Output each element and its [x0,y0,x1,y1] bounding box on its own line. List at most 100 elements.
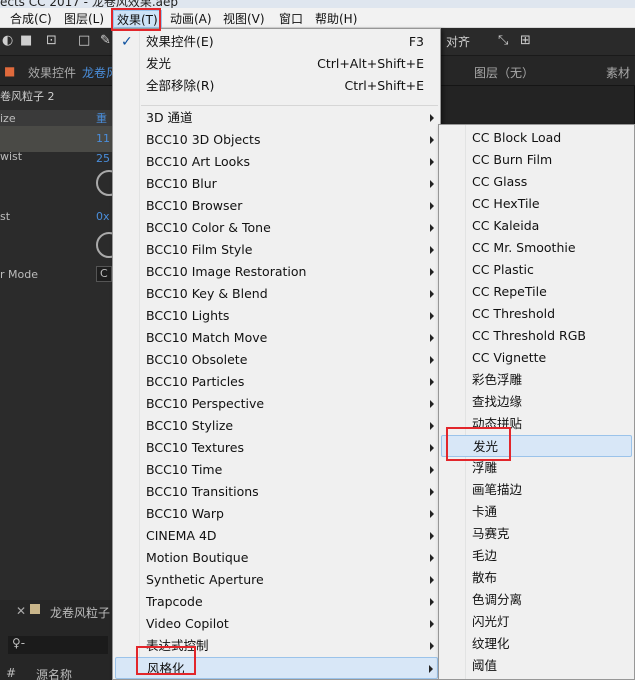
effect-category-item[interactable]: BCC10 Image Restoration [115,261,438,283]
effect-menu-top-item[interactable]: ✓ 效果控件(E) F3 [115,31,438,53]
effect-category-item[interactable]: 3D 通道 [115,107,438,129]
grid-icon[interactable]: ⊞ [520,33,531,48]
effect-menu-top-item[interactable]: 全部移除(R) Ctrl+Shift+E [115,75,438,97]
stylize-effect-item[interactable]: CC Burn Film [441,149,632,171]
menu-5[interactable]: 窗口 [279,10,303,28]
submenu-arrow-icon [430,312,434,320]
rectangle-tool-icon[interactable]: □ [78,33,90,48]
submenu-arrow-icon [430,642,434,650]
menu-item-label: BCC10 Obsolete [146,352,248,367]
stylize-effect-item[interactable]: 发光 [441,435,632,457]
effect-category-item[interactable]: BCC10 Match Move [115,327,438,349]
menu-item-label: CC HexTile [472,196,540,211]
search-input[interactable]: ♀- [8,636,108,654]
effect-category-item[interactable]: BCC10 Obsolete [115,349,438,371]
effect-category-item[interactable]: 风格化 [115,657,438,679]
menu-item-label: 风格化 [147,661,185,676]
effect-category-item[interactable]: BCC10 Blur [115,173,438,195]
effect-category-item[interactable]: CINEMA 4D [115,525,438,547]
submenu-arrow-icon [430,422,434,430]
stylize-effect-item[interactable]: CC Block Load [441,127,632,149]
menu-item-label: 表达式控制 [146,638,209,653]
stylize-effect-item[interactable]: 散布 [441,567,632,589]
effect-category-item[interactable]: Video Copilot [115,613,438,635]
menu-4[interactable]: 视图(V) [223,10,265,28]
effect-category-item[interactable]: BCC10 Art Looks [115,151,438,173]
window-title: ects CC 2017 - 龙卷风效果.aep [0,0,178,8]
stylize-effect-item[interactable]: 动态拼贴 [441,413,632,435]
effect-category-item[interactable]: BCC10 Perspective [115,393,438,415]
hash-column: # [6,666,17,680]
menu-item-label: BCC10 Art Looks [146,154,251,169]
stylize-effect-item[interactable]: CC RepeTile [441,281,632,303]
menu-item-label: BCC10 Match Move [146,330,268,345]
stylize-effect-item[interactable]: CC Plastic [441,259,632,281]
stylize-effect-item[interactable]: CC HexTile [441,193,632,215]
menu-3[interactable]: 动画(A) [170,10,212,28]
menu-item-label: 彩色浮雕 [472,372,523,387]
rotate-tool-icon[interactable]: ◐ [2,33,13,48]
stylize-effect-item[interactable]: CC Glass [441,171,632,193]
stylize-effect-item[interactable]: CC Threshold [441,303,632,325]
submenu-arrow-icon [430,576,434,584]
effect-category-item[interactable]: BCC10 Warp [115,503,438,525]
effect-category-item[interactable]: Trapcode [115,591,438,613]
stylize-effect-item[interactable]: 画笔描边 [441,479,632,501]
stylize-effect-item[interactable]: CC Mr. Smoothie [441,237,632,259]
effect-category-item[interactable]: BCC10 3D Objects [115,129,438,151]
effect-category-item[interactable]: BCC10 Textures [115,437,438,459]
submenu-arrow-icon [429,665,433,673]
effect-category-item[interactable]: BCC10 Key & Blend [115,283,438,305]
snap-icon[interactable]: ⤡ [498,33,508,48]
stylize-effect-item[interactable]: 毛边 [441,545,632,567]
menu-0[interactable]: 合成(C) [10,10,52,28]
submenu-arrow-icon [430,268,434,276]
stylize-effect-item[interactable]: 阈值 [441,655,632,677]
menu-6[interactable]: 帮助(H) [315,10,357,28]
checkmark-icon: ✓ [121,34,133,50]
pan-behind-tool-icon[interactable]: ⊡ [46,33,57,48]
menu-item-label: CC Mr. Smoothie [472,240,576,255]
menu-1[interactable]: 图层(L) [64,10,104,28]
stylize-effect-item[interactable]: CC Threshold RGB [441,325,632,347]
comp-tab[interactable]: 龙卷风粒子 [50,604,110,621]
stylize-effect-item[interactable]: CC Vignette [441,347,632,369]
stylize-effect-item[interactable]: 查找边缘 [441,391,632,413]
effect-category-item[interactable]: Synthetic Aperture [115,569,438,591]
effect-category-item[interactable]: BCC10 Time [115,459,438,481]
menu-item-label: CC Vignette [472,350,547,365]
effect-category-item[interactable]: Motion Boutique [115,547,438,569]
stylize-effect-item[interactable]: 卡通 [441,501,632,523]
mode-dropdown[interactable]: C [96,266,112,282]
effect-category-item[interactable]: BCC10 Browser [115,195,438,217]
effect-menu-top-item[interactable]: 发光 Ctrl+Alt+Shift+E [115,53,438,75]
align-label[interactable]: 对齐 [446,33,470,50]
source-name-column[interactable]: 源名称 [36,666,72,680]
pen-tool-icon[interactable]: ✎ [100,33,111,48]
stylize-effect-item[interactable]: 纹理化 [441,633,632,655]
effect-category-item[interactable]: BCC10 Film Style [115,239,438,261]
layer-panel-tab[interactable]: 图层（无） [474,64,534,81]
effect-category-item[interactable]: BCC10 Stylize [115,415,438,437]
effect-category-item[interactable]: BCC10 Lights [115,305,438,327]
effect-category-item[interactable]: BCC10 Transitions [115,481,438,503]
stylize-effect-item[interactable]: 浮雕 [441,457,632,479]
stylize-effect-item[interactable]: 马赛克 [441,523,632,545]
menu-2[interactable]: 效果(T) [113,10,162,28]
lock-icon[interactable]: ■ [4,64,15,78]
menu-item-label: BCC10 3D Objects [146,132,261,147]
effect-controls-tab[interactable]: 效果控件 [28,64,76,81]
stylize-effect-item[interactable]: 彩色浮雕 [441,369,632,391]
stylize-effect-item[interactable]: 色调分离 [441,589,632,611]
effect-category-item[interactable]: 表达式控制 [115,635,438,657]
effect-category-item[interactable]: BCC10 Particles [115,371,438,393]
footage-panel-tab[interactable]: 素材 [606,64,630,81]
stylize-effect-item[interactable]: CC Kaleida [441,215,632,237]
close-tab-icon[interactable]: ✕ [16,604,26,618]
submenu-arrow-icon [430,290,434,298]
effect-category-item[interactable]: BCC10 Color & Tone [115,217,438,239]
stylize-effect-item[interactable]: 闪光灯 [441,611,632,633]
submenu-arrow-icon [430,158,434,166]
menu-item-label: BCC10 Blur [146,176,217,191]
camera-tool-icon[interactable]: ■ [20,33,32,48]
